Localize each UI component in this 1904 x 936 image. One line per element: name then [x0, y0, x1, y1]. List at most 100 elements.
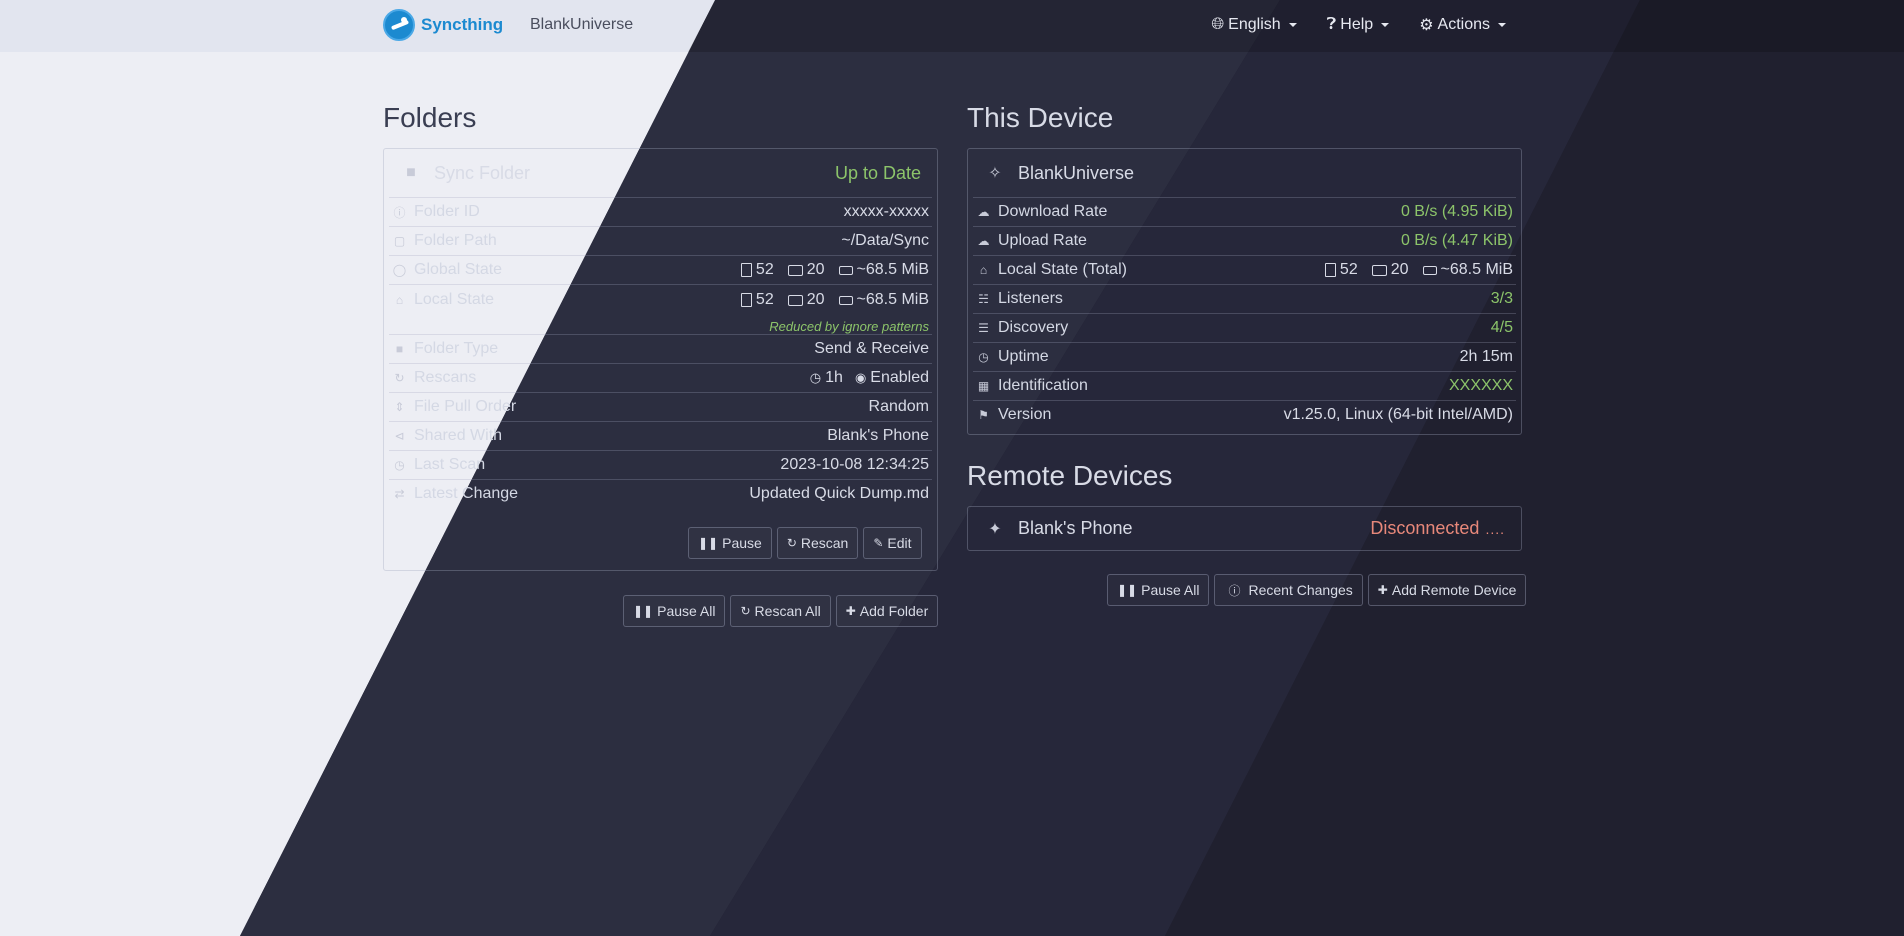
status-dots: .... [1485, 521, 1505, 537]
row-label: Discovery [998, 319, 1069, 336]
brand[interactable]: Syncthing [383, 9, 503, 41]
listeners-value: 3/3 [1490, 290, 1513, 307]
rescans-row: ↻ Rescans ◷ 1h ◉ Enabled [389, 363, 932, 392]
add-remote-device-button[interactable]: ✚ Add Remote Device [1367, 574, 1527, 606]
help-label: Help [1340, 16, 1374, 33]
pull-order-row: ⇕ File Pull Order Random [389, 392, 932, 421]
pause-all-folders-button[interactable]: ❚❚ Pause All [623, 595, 726, 627]
shared-with-value: Blank's Phone [827, 427, 929, 444]
upload-rate-row: ☁ Upload Rate 0 B/s (4.47 KiB) [973, 226, 1516, 255]
row-label: Last Scan [414, 456, 486, 473]
rescan-all-label: Rescan All [754, 603, 821, 619]
folder-icon: ■ [406, 164, 416, 181]
refresh-icon: ↻ [740, 604, 751, 618]
remote-device-header[interactable]: ✦ Blank's Phone Disconnected.... [968, 507, 1521, 550]
edit-button[interactable]: ✎ Edit [863, 527, 922, 559]
row-label: Folder Type [414, 340, 499, 357]
recent-changes-button[interactable]: ⓘ Recent Changes [1214, 574, 1363, 606]
navbar: Syncthing BlankUniverse 🌐︎ English ❓︎ He… [0, 0, 1904, 52]
add-folder-button[interactable]: ✚ Add Folder [835, 595, 939, 627]
folder-header[interactable]: ■ Sync Folder Up to Date [384, 149, 937, 197]
identification-value[interactable]: XXXXXX [1449, 377, 1513, 395]
rescan-label: Rescan [800, 535, 849, 551]
actions-menu[interactable]: ⚙︎ Actions [1419, 15, 1506, 35]
folder-status: Up to Date [834, 162, 921, 183]
help-menu[interactable]: ❓︎ Help [1327, 15, 1390, 35]
folder-id-row: ⓘ Folder ID xxxxx-xxxxx [389, 197, 932, 226]
shared-with-row: ⊲ Shared With Blank's Phone [389, 421, 932, 450]
latest-change-value: Updated Quick Dump.md [749, 485, 929, 502]
dir-count: 20 [806, 291, 825, 308]
row-label: Folder ID [414, 203, 480, 220]
row-label: Version [998, 406, 1052, 423]
pause-all-label: Pause All [657, 603, 716, 619]
this-device-panel: ✧ BlankUniverse ☁ Download Rate 0 B/s (4.… [967, 148, 1522, 435]
folders-heading: Folders [383, 102, 477, 133]
eye-icon: ◉ [854, 370, 867, 385]
pause-button[interactable]: ❚❚ Pause [688, 527, 772, 559]
folder-global-actions: ❚❚ Pause All ↻ Rescan All ✚ Add Folder [623, 595, 939, 627]
row-label: Global State [414, 261, 503, 278]
row-label: Rescans [414, 369, 477, 386]
identification-row: ▦ Identification XXXXXX [973, 371, 1516, 400]
size-value: ~68.5 MiB [1440, 261, 1513, 278]
device-identicon-icon: ✧ [988, 165, 1002, 182]
size-value: ~68.5 MiB [856, 291, 929, 308]
last-scan-value: 2023-10-08 12:34:25 [780, 456, 929, 473]
plus-icon: ✚ [1377, 583, 1388, 597]
discovery-row: ☰ Discovery 4/5 [973, 313, 1516, 342]
hdd-icon [838, 265, 853, 275]
remote-device-name: Blank's Phone [1018, 518, 1133, 538]
rescan-all-button[interactable]: ↻ Rescan All [730, 595, 831, 627]
gear-icon: ⚙︎ [1419, 17, 1434, 34]
language-label: English [1228, 16, 1281, 33]
cloud-upload-icon: ☁ [977, 234, 990, 248]
folder-icon: ■ [395, 342, 404, 356]
language-menu[interactable]: 🌐︎ English [1211, 15, 1297, 35]
row-label: Download Rate [998, 203, 1108, 220]
row-label: Uptime [998, 348, 1049, 365]
refresh-icon: ↻ [394, 371, 405, 385]
folder-type-row: ■ Folder Type Send & Receive [389, 334, 932, 363]
add-folder-label: Add Folder [859, 603, 929, 619]
folder-actions: ❚❚ Pause ↻ Rescan ✎ Edit [688, 527, 922, 559]
remote-device-panel: ✦ Blank's Phone Disconnected.... [967, 506, 1522, 551]
folder-id-value: xxxxx-xxxxx [843, 203, 929, 220]
caret-down-icon [1381, 23, 1390, 27]
device-identicon-icon: ✦ [988, 520, 1002, 538]
pause-all-devices-button[interactable]: ❚❚ Pause All [1107, 574, 1210, 606]
globe-icon: 🌐︎ [1211, 16, 1225, 33]
version-row: ⚑ Version v1.25.0, Linux (64-bit Intel/AM… [973, 400, 1516, 429]
this-device-heading: This Device [967, 102, 1114, 133]
clock-icon: ◷ [809, 370, 822, 385]
home-icon: ⌂ [395, 293, 404, 307]
syncthing-logo-icon [383, 9, 415, 41]
share-icon: ⊲ [394, 429, 405, 443]
brand-name: Syncthing [421, 15, 504, 34]
row-label: Latest Change [414, 485, 519, 502]
pull-order-value: Random [868, 398, 929, 415]
hdd-icon [838, 295, 853, 305]
uptime-row: ◷ Uptime 2h 15m [973, 342, 1516, 371]
question-icon: ❓︎ [1326, 16, 1337, 33]
cloud-download-icon: ☁ [977, 205, 990, 219]
hdd-icon [1422, 265, 1437, 275]
sort-icon: ⇕ [394, 400, 405, 414]
device-global-actions: ❚❚ Pause All ⓘ Recent Changes ✚ Add Remote … [1107, 574, 1527, 606]
global-state-row: ◯ Global State 52 20 ~68.5 MiB [389, 255, 932, 284]
local-state-row: ⌂ Local State 52 20 ~68.5 MiB Reduced by … [389, 284, 932, 334]
pause-icon: ❚❚ [1117, 583, 1138, 597]
download-rate-value: 0 B/s (4.95 KiB) [1400, 203, 1513, 220]
caret-down-icon [1288, 23, 1297, 27]
refresh-icon: ↻ [786, 536, 797, 550]
row-label: Identification [998, 377, 1088, 394]
info-icon: ⓘ [1228, 583, 1241, 598]
row-label: Local State (Total) [998, 261, 1127, 278]
pause-icon: ❚❚ [633, 604, 654, 618]
row-label: Folder Path [414, 232, 497, 249]
tag-icon: ⚑ [978, 408, 989, 422]
recent-changes-label: Recent Changes [1248, 582, 1353, 598]
rescan-button[interactable]: ↻ Rescan [776, 527, 859, 559]
watch-status: Enabled [870, 369, 929, 386]
this-device-header[interactable]: ✧ BlankUniverse [968, 149, 1521, 197]
